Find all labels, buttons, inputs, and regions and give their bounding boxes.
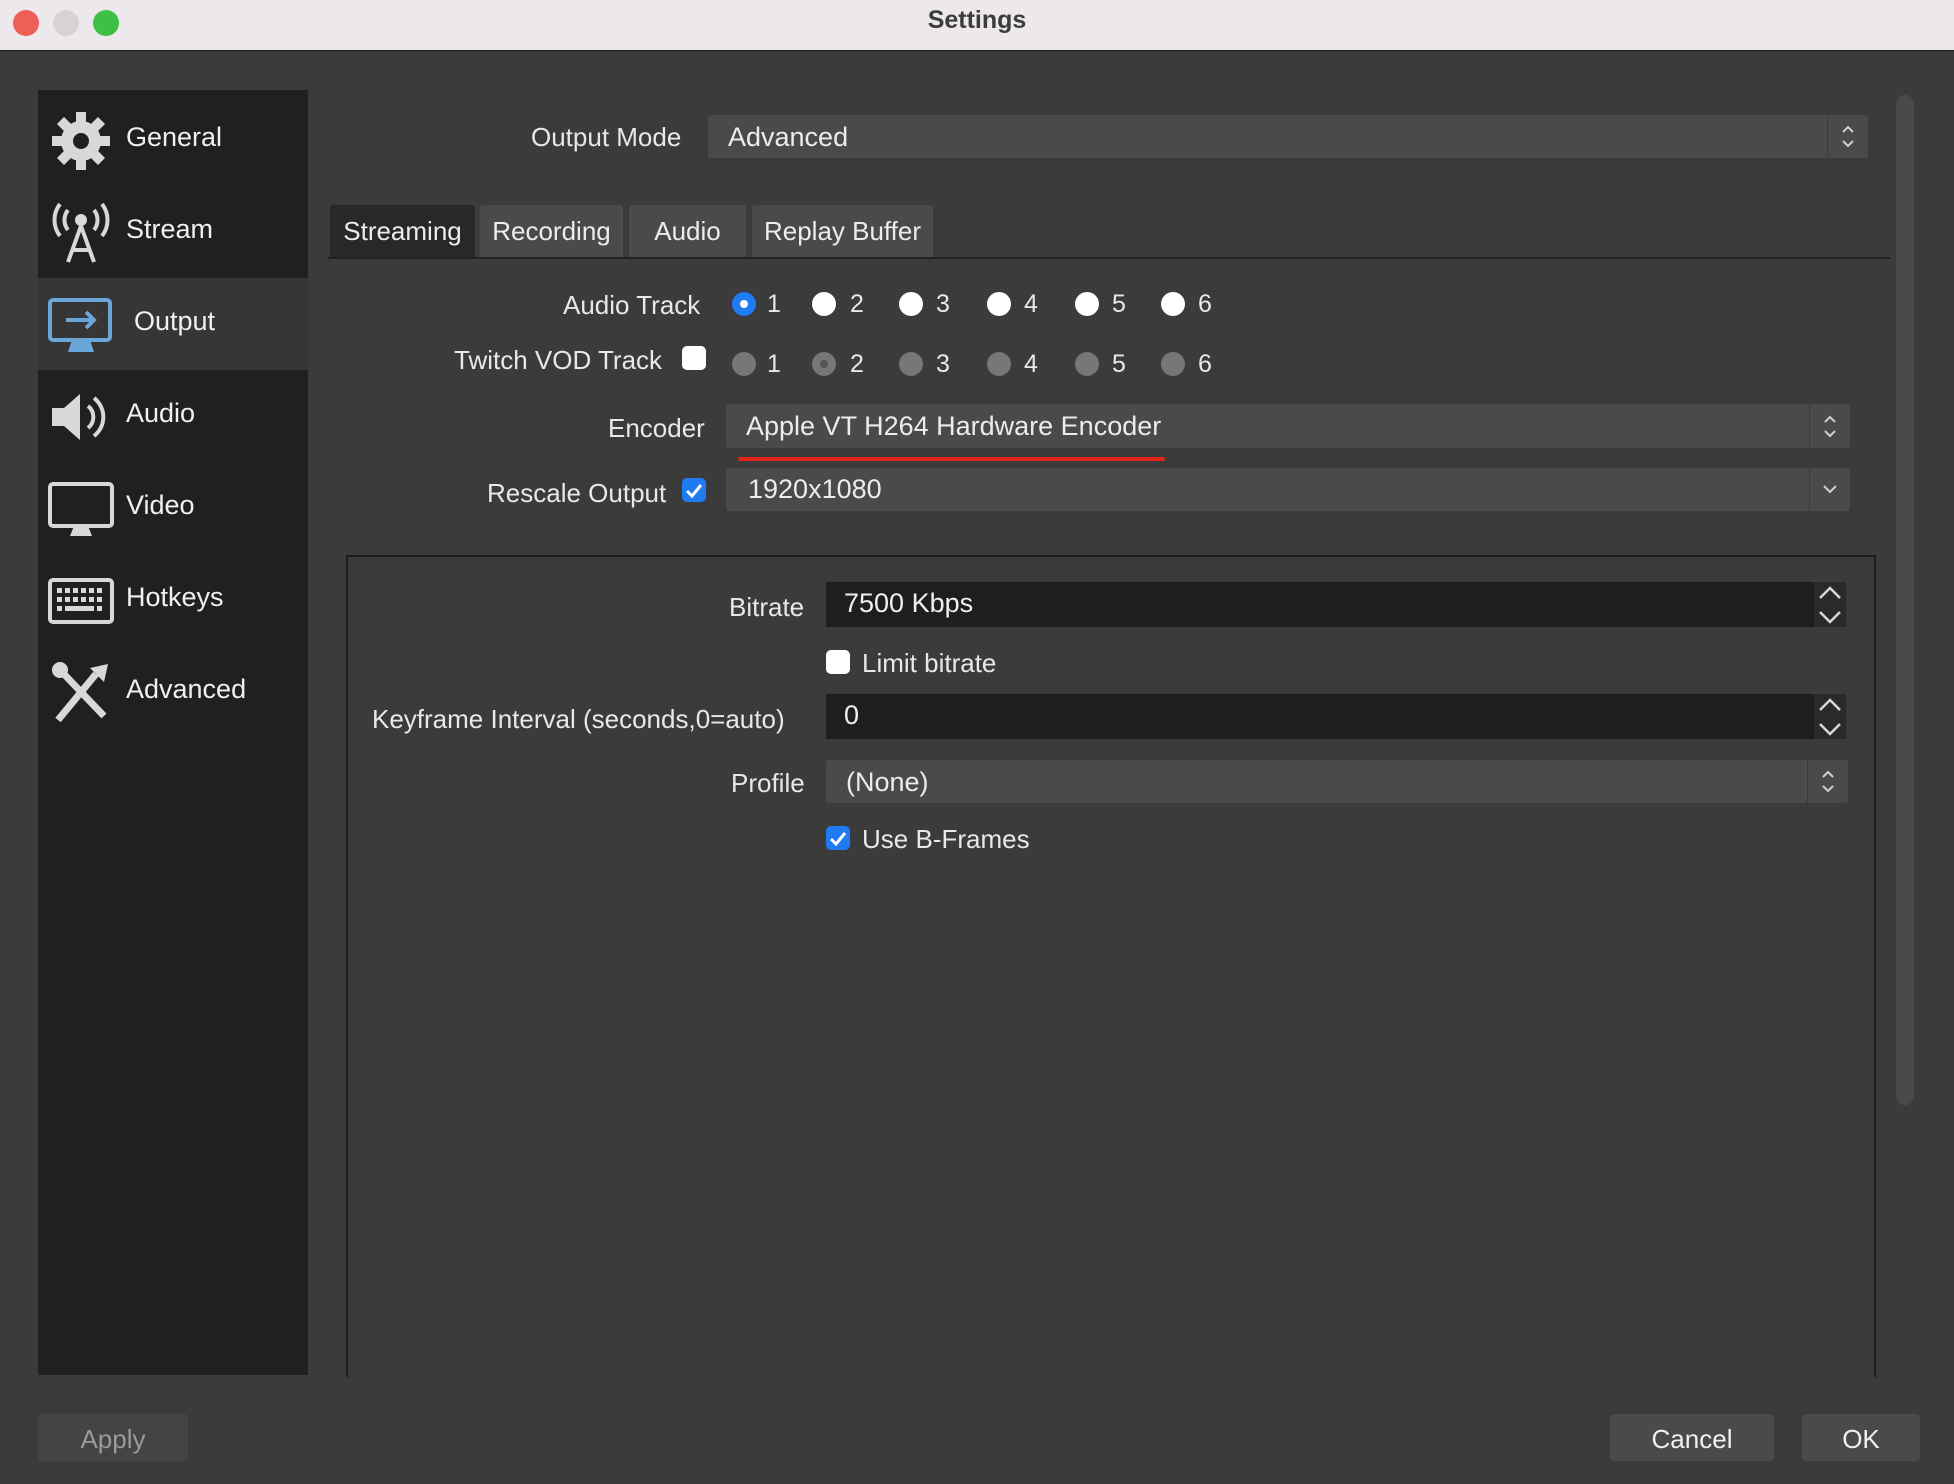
radio-label: 6 [1198,290,1212,318]
tools-icon [52,662,108,723]
encoder-select[interactable]: Apple VT H264 Hardware Encoder [726,404,1850,448]
radio-label: 2 [850,350,864,378]
monitor-icon [48,482,114,536]
twitch-vod-radio-5[interactable] [1075,352,1099,376]
checkmark-icon [829,832,847,847]
radio-label: 2 [850,290,864,318]
sidebar-item-label: Output [134,306,216,336]
sidebar-item-label: Hotkeys [126,582,224,612]
audio-track-radio-4[interactable] [987,292,1011,316]
speaker-icon [52,394,106,440]
tab-streaming[interactable]: Streaming [330,205,475,257]
audio-track-radio-6[interactable] [1161,292,1185,316]
sidebar-item-label: Video [126,490,195,520]
sidebar-item-audio[interactable]: Audio [38,370,308,462]
settings-sidebar: General Stream Output Audio Video Hotkey… [38,90,308,1375]
encoder-settings-panel [346,555,1876,1377]
radio-label: 5 [1112,350,1126,378]
ok-button[interactable]: OK [1802,1414,1920,1461]
radio-label: 5 [1112,290,1126,318]
sidebar-item-label: Audio [126,398,196,428]
gear-icon [52,112,110,170]
limit-bitrate-checkbox[interactable] [826,650,850,674]
use-bframes-label: Use B-Frames [862,824,1030,854]
twitch-vod-radio-1[interactable] [732,352,756,376]
sidebar-item-output[interactable]: Output [38,278,308,370]
radio-label: 4 [1024,290,1038,318]
updown-chevron-icon [1807,760,1834,803]
profile-select[interactable]: (None) [826,760,1848,803]
bitrate-input[interactable]: 7500 Kbps [826,582,1846,627]
sidebar-item-hotkeys[interactable]: Hotkeys [38,554,308,646]
radio-label: 3 [936,290,950,318]
keyboard-icon [48,578,114,624]
output-mode-select[interactable]: Advanced [708,115,1868,158]
bitrate-label: Bitrate [729,592,805,622]
tab-replay-buffer[interactable]: Replay Buffer [752,205,933,257]
twitch-vod-radio-6[interactable] [1161,352,1185,376]
sidebar-item-label: General [126,122,223,152]
tab-recording[interactable]: Recording [480,205,623,257]
radio-label: 6 [1198,350,1212,378]
window-title: Settings [927,6,1027,34]
radio-label: 3 [936,350,950,378]
radio-label: 4 [1024,350,1038,378]
stepper-arrows-icon[interactable] [1814,694,1846,739]
output-mode-label: Output Mode [531,122,682,152]
audio-track-radio-3[interactable] [899,292,923,316]
checkmark-icon [685,484,703,499]
radio-label: 1 [767,290,781,318]
audio-track-radio-1[interactable] [732,292,756,316]
updown-chevron-icon [1827,115,1854,158]
cancel-button[interactable]: Cancel [1610,1414,1774,1461]
twitch-vod-label: Twitch VOD Track [454,345,663,375]
rescale-resolution-select[interactable]: 1920x1080 [726,468,1850,511]
limit-bitrate-label: Limit bitrate [862,648,997,678]
sidebar-item-advanced[interactable]: Advanced [38,646,308,738]
radio-label: 1 [767,350,781,378]
chevron-down-icon [1809,468,1837,511]
twitch-vod-radio-2[interactable] [812,352,836,376]
scrollbar-thumb[interactable] [1896,95,1914,1105]
tab-bar-divider [328,257,1890,259]
title-bar: Settings [0,0,1954,51]
sidebar-item-video[interactable]: Video [38,462,308,554]
audio-track-radio-2[interactable] [812,292,836,316]
sidebar-item-general[interactable]: General [38,94,308,186]
twitch-vod-radio-4[interactable] [987,352,1011,376]
output-monitor-icon [48,298,112,352]
apply-button[interactable]: Apply [38,1414,188,1461]
sidebar-item-label: Advanced [126,674,247,704]
updown-chevron-icon [1809,404,1836,448]
keyframe-interval-label: Keyframe Interval (seconds,0=auto) [372,704,785,734]
twitch-vod-radio-3[interactable] [899,352,923,376]
stepper-arrows-icon[interactable] [1814,582,1846,627]
rescale-output-checkbox[interactable] [682,478,706,502]
tab-audio[interactable]: Audio [629,205,746,257]
sidebar-item-stream[interactable]: Stream [38,186,308,278]
profile-label: Profile [731,768,805,798]
antenna-icon [52,202,110,263]
audio-track-label: Audio Track [563,290,701,320]
rescale-output-label: Rescale Output [487,478,667,508]
audio-track-radio-5[interactable] [1075,292,1099,316]
use-bframes-checkbox[interactable] [826,826,850,850]
keyframe-interval-input[interactable]: 0 [826,694,1846,739]
encoder-label: Encoder [608,413,705,443]
sidebar-item-label: Stream [126,214,214,244]
encoder-highlight-underline [738,457,1165,461]
twitch-vod-checkbox[interactable] [682,346,706,370]
